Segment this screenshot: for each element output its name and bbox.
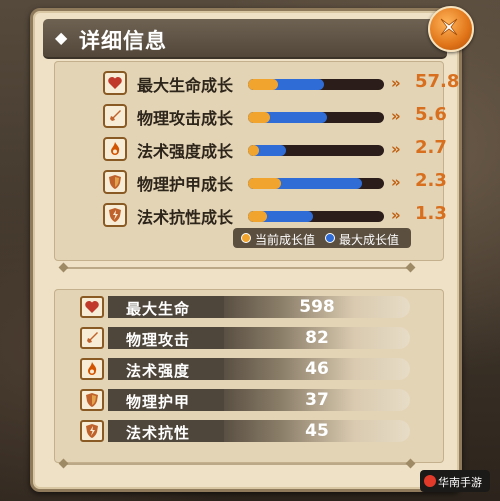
current-growth-fill bbox=[248, 79, 278, 90]
attr-value-background: 45 bbox=[224, 420, 410, 442]
double-chevron-icon: » bbox=[391, 107, 401, 125]
growth-bar bbox=[248, 79, 384, 90]
watermark-text: 华南手游 bbox=[438, 476, 482, 489]
double-chevron-icon: » bbox=[391, 206, 401, 224]
panel-title: 详细信息 bbox=[79, 29, 167, 53]
growth-value: 57.8 bbox=[415, 71, 460, 92]
current-growth-fill bbox=[248, 178, 281, 189]
growth-value: 1.3 bbox=[415, 203, 447, 224]
sword-icon bbox=[80, 327, 104, 349]
growth-row-magic: 法术强度成长 » 2.7 bbox=[103, 137, 447, 163]
growth-label: 最大生命成长 bbox=[137, 76, 234, 95]
attr-row-attack: 物理攻击 82 bbox=[80, 327, 410, 349]
growth-row-resist: 法术抗性成长 » 1.3 bbox=[103, 203, 447, 229]
growth-bar bbox=[248, 112, 384, 123]
attr-value-background: 37 bbox=[224, 389, 410, 411]
flame-icon bbox=[80, 358, 104, 380]
growth-label: 法术强度成长 bbox=[137, 142, 234, 161]
growth-bar bbox=[248, 178, 384, 189]
growth-legend: 当前成长值 最大成长值 bbox=[233, 228, 411, 248]
growth-label: 法术抗性成长 bbox=[137, 208, 234, 227]
growth-bar bbox=[248, 211, 384, 222]
legend-max-label: 最大成长值 bbox=[339, 233, 400, 247]
attr-label: 法术抗性 bbox=[126, 424, 191, 442]
shield-icon bbox=[80, 389, 104, 411]
watermark-logo-icon bbox=[424, 475, 436, 487]
legend-current-label: 当前成长值 bbox=[255, 233, 316, 247]
growth-label: 物理攻击成长 bbox=[137, 109, 234, 128]
close-button[interactable] bbox=[428, 6, 474, 52]
attr-value: 46 bbox=[305, 359, 329, 379]
attr-value-background: 46 bbox=[224, 358, 410, 380]
watermark-badge: 华南手游 bbox=[420, 470, 490, 492]
heart-icon bbox=[80, 296, 104, 318]
section-divider bbox=[63, 463, 411, 465]
attr-row-magic: 法术强度 46 bbox=[80, 358, 410, 380]
attr-value-background: 82 bbox=[224, 327, 410, 349]
growth-bar bbox=[248, 145, 384, 156]
sword-icon bbox=[103, 104, 127, 128]
diamond-icon: ◆ bbox=[55, 28, 68, 47]
current-growth-fill bbox=[248, 211, 268, 222]
panel-title-bar: ◆ 详细信息 bbox=[43, 19, 447, 59]
growth-value: 2.3 bbox=[415, 170, 447, 191]
attr-value: 45 bbox=[305, 421, 329, 441]
attr-row-hp: 最大生命 598 bbox=[80, 296, 410, 318]
attr-value-background: 598 bbox=[224, 296, 410, 318]
double-chevron-icon: » bbox=[391, 74, 401, 92]
attr-label: 物理护甲 bbox=[126, 393, 191, 411]
attr-row-resist: 法术抗性 45 bbox=[80, 420, 410, 442]
growth-value: 5.6 bbox=[415, 104, 447, 125]
magic-shield-icon bbox=[103, 203, 127, 227]
growth-label: 物理护甲成长 bbox=[137, 175, 234, 194]
double-chevron-icon: » bbox=[391, 173, 401, 191]
growth-row-armor: 物理护甲成长 » 2.3 bbox=[103, 170, 447, 196]
double-chevron-icon: » bbox=[391, 140, 401, 158]
shield-icon bbox=[103, 170, 127, 194]
magic-shield-icon bbox=[80, 420, 104, 442]
attr-row-armor: 物理护甲 37 bbox=[80, 389, 410, 411]
max-growth-swatch bbox=[325, 233, 335, 243]
close-x-icon bbox=[440, 18, 458, 36]
attr-value: 37 bbox=[305, 390, 329, 410]
current-growth-swatch bbox=[241, 233, 251, 243]
heart-icon bbox=[103, 71, 127, 95]
attr-label: 物理攻击 bbox=[126, 331, 191, 349]
flame-icon bbox=[103, 137, 127, 161]
growth-row-attack: 物理攻击成长 » 5.6 bbox=[103, 104, 447, 130]
growth-value: 2.7 bbox=[415, 137, 447, 158]
current-growth-fill bbox=[248, 145, 259, 156]
growth-row-hp: 最大生命成长 » 57.8 bbox=[103, 71, 459, 97]
attr-label: 最大生命 bbox=[126, 300, 191, 318]
section-divider bbox=[63, 267, 411, 269]
attr-value: 598 bbox=[299, 297, 335, 317]
attr-label: 法术强度 bbox=[126, 362, 191, 380]
detail-info-panel: ◆ 详细信息 最大生命成长 » 57.8 物理攻击成长 » 5.6 法术强度成长 bbox=[30, 8, 462, 492]
attr-value: 82 bbox=[305, 328, 329, 348]
current-growth-fill bbox=[248, 112, 270, 123]
